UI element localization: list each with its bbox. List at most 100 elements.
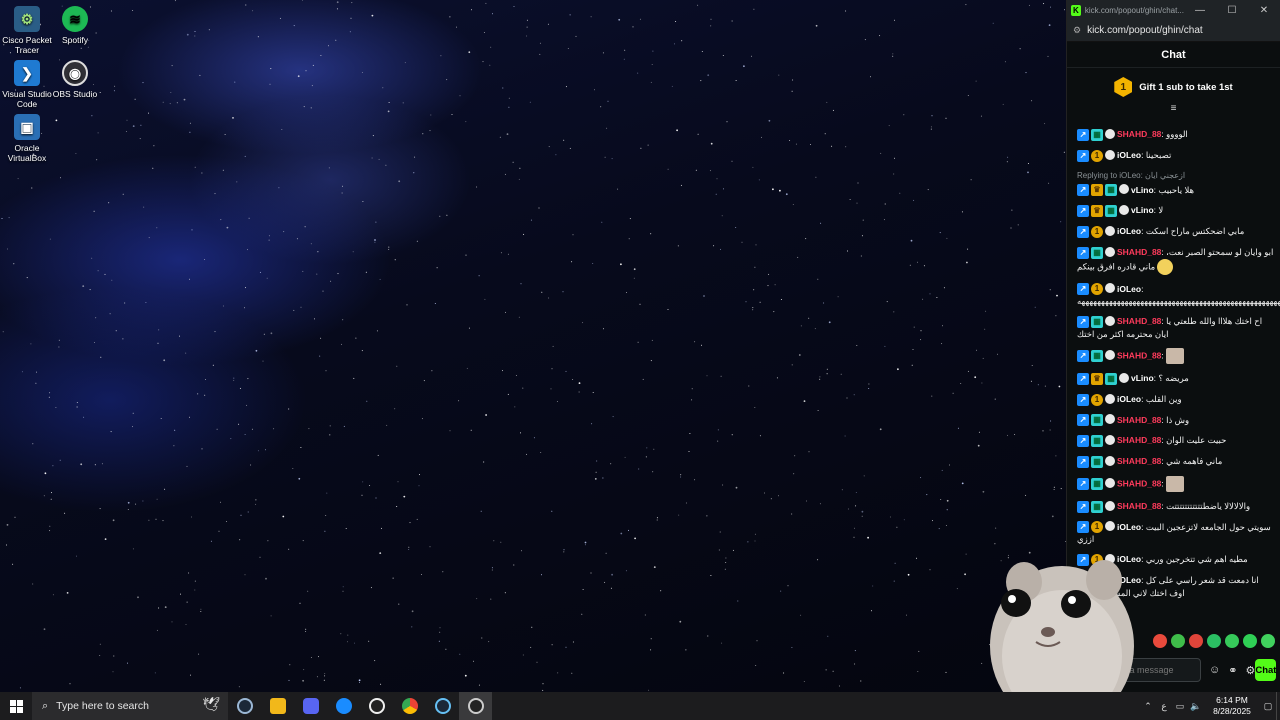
desktop-icon-spotify[interactable]: ≋ Spotify <box>48 6 102 45</box>
one-badge-icon[interactable]: 1 <box>1091 521 1103 534</box>
arrow-badge-icon[interactable]: ↗ <box>1077 225 1089 238</box>
address-bar[interactable]: ⚙ kick.com/popout/ghin/chat <box>1067 20 1280 42</box>
bars-badge-icon[interactable]: ▦ <box>1091 435 1103 447</box>
notification-icon[interactable]: ▢ <box>1260 701 1276 712</box>
chat-username[interactable]: vLino <box>1131 185 1154 195</box>
arrow-badge-icon[interactable]: ↗ <box>1077 283 1089 296</box>
emote-icon[interactable] <box>1243 634 1257 648</box>
desktop-icon-obs-studio[interactable]: ◉ OBS Studio <box>48 60 102 99</box>
volume-icon[interactable]: 🔈 <box>1188 701 1204 712</box>
start-button[interactable] <box>0 692 32 720</box>
chevron-up-icon[interactable]: ⌃ <box>1140 701 1156 712</box>
emoji-picker-icon[interactable]: ☺ <box>1209 664 1220 676</box>
reply-context[interactable]: Replying to iOLeo: ازعجني ايان <box>1077 170 1275 182</box>
arrow-badge-icon[interactable]: ↗ <box>1077 455 1089 468</box>
arrow-badge-icon[interactable]: ↗ <box>1077 521 1089 534</box>
crown-badge-icon[interactable]: ♛ <box>1091 372 1103 385</box>
bars-badge-icon[interactable]: ▦ <box>1091 246 1103 259</box>
maximize-button[interactable]: ☐ <box>1216 5 1248 16</box>
crown-badge-icon[interactable]: ♛ <box>1091 205 1103 217</box>
language-indicator[interactable]: ع <box>1156 701 1172 712</box>
bars-badge-icon[interactable]: ▦ <box>1105 372 1117 385</box>
bars-badge-icon[interactable]: ▦ <box>1105 184 1117 197</box>
chat-username[interactable]: SHAHD_88 <box>1117 478 1161 488</box>
chat-username[interactable]: SHAHD_88 <box>1117 247 1161 257</box>
taskbar-app-obs-active[interactable] <box>459 692 492 720</box>
chat-username[interactable]: vLino <box>1131 373 1154 383</box>
emote-icon[interactable] <box>1225 634 1239 648</box>
emote-icon[interactable] <box>1207 634 1221 648</box>
emote-icon[interactable] <box>1189 634 1203 648</box>
chat-username[interactable]: SHAHD_88 <box>1117 435 1161 445</box>
chat-username[interactable]: SHAHD_88 <box>1117 501 1161 511</box>
link-icon[interactable]: ⚭ <box>1228 664 1237 677</box>
taskbar-app-steam[interactable] <box>228 692 261 720</box>
bars-badge-icon[interactable]: ▦ <box>1091 350 1103 362</box>
one-badge-icon[interactable]: 1 <box>1091 283 1103 296</box>
bars-badge-icon[interactable]: ▦ <box>1091 316 1103 328</box>
emote-icon[interactable] <box>1171 634 1185 648</box>
chat-username[interactable]: iOLeo <box>1117 284 1141 294</box>
taskbar-clock[interactable]: 6:14 PM 8/28/2025 <box>1204 695 1260 717</box>
star <box>551 510 553 512</box>
arrow-badge-icon[interactable]: ↗ <box>1077 246 1089 259</box>
bars-badge-icon[interactable]: ▦ <box>1091 500 1103 513</box>
one-badge-icon[interactable]: 1 <box>1091 225 1103 238</box>
site-settings-icon[interactable]: ⚙ <box>1073 25 1081 36</box>
taskbar-app-sync[interactable] <box>327 692 360 720</box>
chat-username[interactable]: SHAHD_88 <box>1117 129 1161 139</box>
one-badge-icon[interactable]: 1 <box>1091 393 1103 406</box>
arrow-badge-icon[interactable]: ↗ <box>1077 435 1089 447</box>
taskbar-app-files[interactable] <box>261 692 294 720</box>
bars-badge-icon[interactable]: ▦ <box>1091 455 1103 468</box>
minimize-button[interactable]: — <box>1184 5 1216 16</box>
chat-username[interactable]: SHAHD_88 <box>1117 415 1161 425</box>
settings-gear-icon[interactable]: ⚙ <box>1245 664 1255 677</box>
gift-sub-banner[interactable]: 1 Gift 1 sub to take 1st <box>1067 72 1280 102</box>
bars-badge-icon[interactable]: ▦ <box>1105 205 1117 217</box>
taskbar-search-box[interactable]: ⌕ Type here to search 🕊 <box>32 692 228 720</box>
arrow-badge-icon[interactable]: ↗ <box>1077 350 1089 362</box>
taskbar-app-discord[interactable] <box>294 692 327 720</box>
bars-badge-icon[interactable]: ▦ <box>1091 477 1103 490</box>
emote-icon[interactable] <box>1261 634 1275 648</box>
one-badge-icon[interactable]: 1 <box>1091 149 1103 162</box>
arrow-badge-icon[interactable]: ↗ <box>1077 477 1089 490</box>
desktop-icon-visual-studio-code[interactable]: ❯ Visual Studio Code <box>0 60 54 109</box>
emote-image[interactable] <box>1166 475 1185 492</box>
arrow-badge-icon[interactable]: ↗ <box>1077 205 1089 217</box>
taskbar-app-chrome[interactable] <box>393 692 426 720</box>
pinned-toggle-icon[interactable]: ≡ <box>1067 102 1280 116</box>
taskbar-app-obs[interactable] <box>360 692 393 720</box>
arrow-badge-icon[interactable]: ↗ <box>1077 184 1089 197</box>
chat-username[interactable]: vLino <box>1131 205 1154 215</box>
arrow-badge-icon[interactable]: ↗ <box>1077 393 1089 406</box>
arrow-badge-icon[interactable]: ↗ <box>1077 500 1089 513</box>
emote-image[interactable] <box>1166 348 1185 364</box>
arrow-badge-icon[interactable]: ↗ <box>1077 149 1089 162</box>
arrow-badge-icon[interactable]: ↗ <box>1077 316 1089 328</box>
crown-badge-icon[interactable]: ♛ <box>1091 184 1103 197</box>
desktop-icon-oracle-virtualbox[interactable]: ▣ Oracle VirtualBox <box>0 114 54 163</box>
chat-username[interactable]: iOLeo <box>1117 150 1141 160</box>
show-desktop-button[interactable] <box>1276 692 1280 720</box>
chat-username[interactable]: iOLeo <box>1117 394 1141 404</box>
taskbar-app-steam-2[interactable] <box>426 692 459 720</box>
chat-username[interactable]: iOLeo <box>1117 522 1141 532</box>
star <box>418 485 420 487</box>
bars-badge-icon[interactable]: ▦ <box>1091 128 1103 141</box>
close-button[interactable]: ✕ <box>1248 5 1280 16</box>
send-chat-button[interactable]: Chat <box>1255 659 1277 681</box>
chat-username[interactable]: SHAHD_88 <box>1117 350 1161 360</box>
desktop-icon-cisco-packet-tracer[interactable]: ⚙ Cisco Packet Tracer <box>0 6 54 55</box>
bars-badge-icon[interactable]: ▦ <box>1091 414 1103 427</box>
star <box>350 17 352 19</box>
arrow-badge-icon[interactable]: ↗ <box>1077 128 1089 141</box>
chat-username[interactable]: iOLeo <box>1117 226 1141 236</box>
chat-username[interactable]: SHAHD_88 <box>1117 316 1161 326</box>
emote-icon[interactable] <box>1153 634 1167 648</box>
chat-username[interactable]: SHAHD_88 <box>1117 456 1161 466</box>
arrow-badge-icon[interactable]: ↗ <box>1077 414 1089 427</box>
arrow-badge-icon[interactable]: ↗ <box>1077 372 1089 385</box>
network-icon[interactable]: ▭ <box>1172 701 1188 712</box>
